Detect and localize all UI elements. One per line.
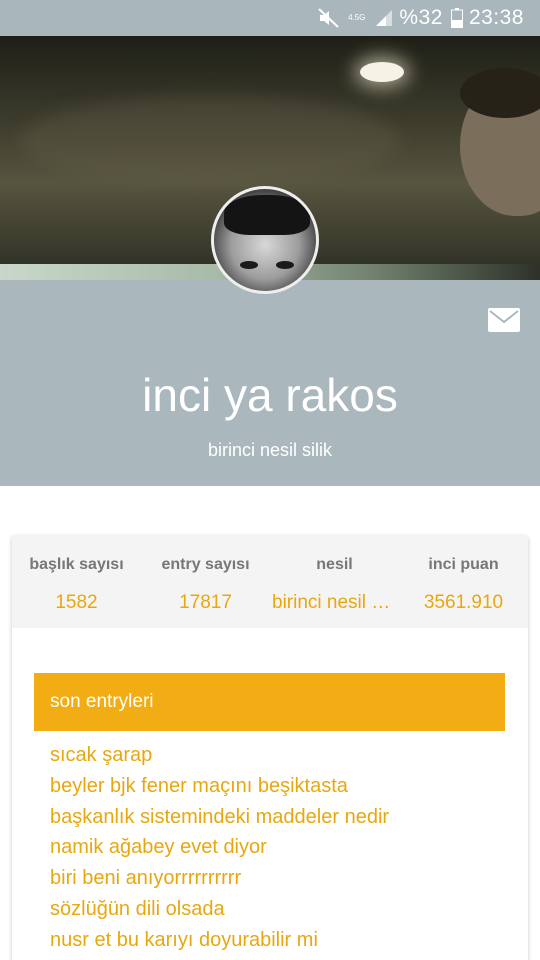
mute-icon	[318, 8, 340, 28]
entry-link[interactable]: sıcak şarap	[50, 740, 510, 771]
stat-value: 17817	[179, 592, 232, 613]
stat-value: birinci nesil silik	[272, 592, 399, 613]
stat-nesil: nesil birinci nesil silik	[270, 536, 399, 628]
stat-value: 1582	[55, 592, 98, 613]
entries-list: sıcak şarap beyler bjk fener maçını beşi…	[50, 740, 510, 956]
entry-link[interactable]: sözlüğün dili olsada	[50, 894, 510, 925]
avatar[interactable]	[211, 186, 319, 294]
entry-link[interactable]: başkanlık sistemindeki maddeler nedir	[50, 802, 510, 833]
network-icon: 4.5G	[348, 14, 367, 22]
clock: 23:38	[468, 6, 524, 29]
profile-username: inci ya rakos	[142, 369, 398, 421]
stat-label: entry sayısı	[161, 556, 250, 573]
battery-percent: %32	[399, 6, 443, 29]
entry-link[interactable]: biri beni anıyorrrrrrrrrr	[50, 863, 510, 894]
profile-card: başlık sayısı 1582 entry sayısı 17817 ne…	[12, 536, 528, 960]
signal-icon	[375, 9, 393, 27]
entries-header: son entryleri	[34, 673, 505, 731]
stat-label: inci puan	[428, 556, 499, 573]
battery-icon	[450, 8, 463, 28]
mail-icon[interactable]	[488, 308, 520, 332]
stats-row: başlık sayısı 1582 entry sayısı 17817 ne…	[12, 536, 528, 628]
entry-link[interactable]: nusr et bu karıyı doyurabilir mi	[50, 925, 510, 956]
stat-label: nesil	[316, 556, 353, 573]
profile-subtitle: birinci nesil silik	[207, 440, 333, 460]
network-type-label: 4.5G	[348, 13, 366, 22]
stat-value: 3561.910	[423, 592, 504, 613]
stat-entry-sayisi: entry sayısı 17817	[141, 536, 270, 628]
stat-inci-puan: inci puan 3561.910	[399, 536, 528, 628]
entry-link[interactable]: namik ağabey evet diyor	[50, 832, 510, 863]
stat-baslik-sayisi: başlık sayısı 1582	[12, 536, 141, 628]
stat-label: başlık sayısı	[29, 556, 124, 573]
profile-header: inci ya rakos birinci nesil silik	[0, 280, 540, 486]
status-bar: 4.5G %32 23:38	[0, 0, 540, 36]
entry-link[interactable]: beyler bjk fener maçını beşiktasta	[50, 771, 510, 802]
